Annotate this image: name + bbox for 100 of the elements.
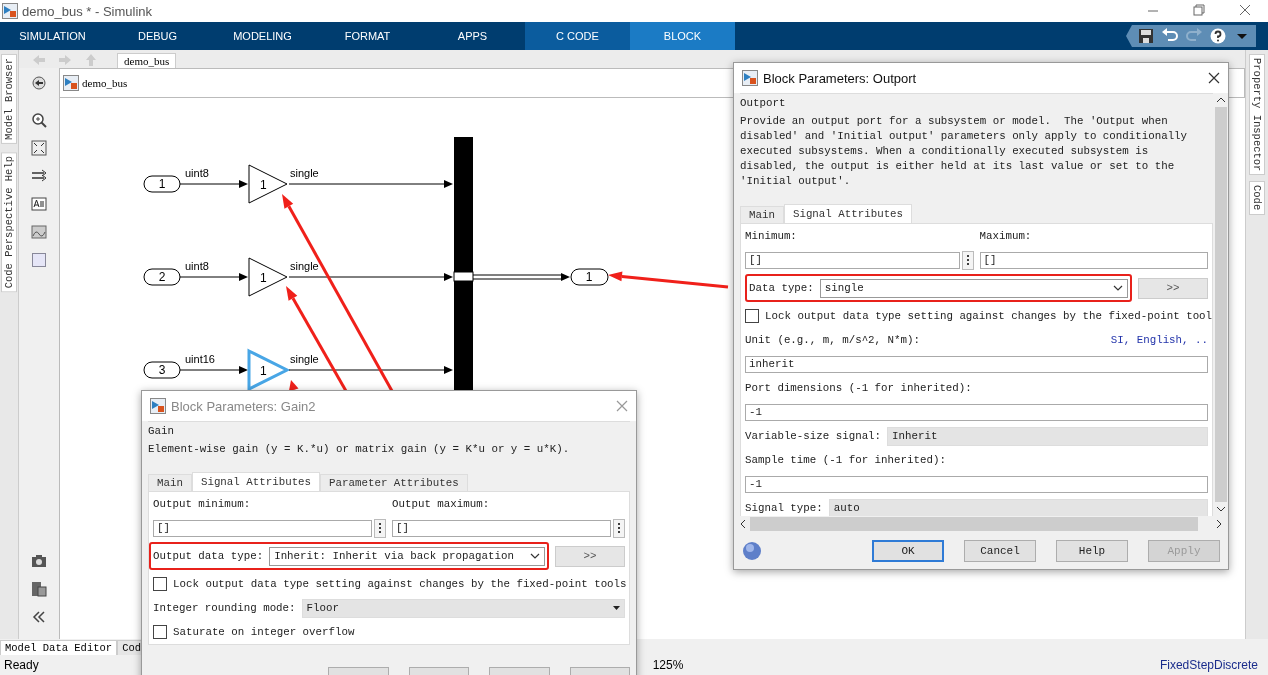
dialog-tab[interactable]: Main [740,206,784,223]
model-path: demo_bus [82,77,128,89]
data-type-dropdown[interactable]: Inherit: Inherit via back propagation [269,546,545,566]
minimum-field[interactable]: [] [745,251,960,269]
inport-block[interactable]: 3 [143,361,181,379]
gain-block[interactable]: 1 [248,164,288,204]
outport-block[interactable]: 1 [570,268,609,286]
signal-label: single [290,353,319,365]
field-label: Port dimensions (-1 for inherited): [745,382,972,394]
dialog-button[interactable]: Help [1056,539,1128,562]
field-label: Sample time (-1 for inherited): [745,454,946,466]
signal-label: uint8 [185,167,209,179]
checkbox-label: Lock output data type setting against changes by the fixed-point tools [173,578,627,590]
field-label: Unit (e.g., m, m/s^2, N*m): [745,334,920,346]
panel-tab[interactable]: Code [1249,181,1265,215]
undo-icon[interactable] [1162,28,1178,44]
ribbon-tab[interactable]: C CODE [525,22,630,50]
annotation-icon[interactable] [31,196,47,212]
checkbox-label: Saturate on integer overflow [173,626,355,638]
dialog-button[interactable]: OK [872,539,944,562]
ribbon-tab[interactable]: BLOCK [630,22,735,50]
collapse-icon[interactable] [31,609,47,625]
signal-line [179,273,248,281]
checkbox[interactable] [153,577,167,591]
field-label: Integer rounding mode: [153,602,296,614]
unit-system-link[interactable]: SI, English, .. [1110,334,1208,346]
data-type-assistant-button[interactable]: >> [555,545,625,567]
field-label: Data type: [749,282,814,294]
dialog-title: Block Parameters: Outport [763,70,917,86]
signal-label: uint8 [185,260,209,272]
close-icon[interactable] [1208,72,1220,84]
port-dimensions-field[interactable]: -1 [745,403,1208,421]
more-options-button[interactable] [961,250,974,270]
dialog-tab[interactable]: Parameter Attributes [320,474,468,491]
window-title: demo_bus * - Simulink [22,3,153,19]
data-type-assistant-button[interactable]: >> [1138,277,1208,299]
signal-label: single [290,260,319,272]
gain-block[interactable]: 1 [248,257,288,297]
maximum-field[interactable]: [] [979,251,1208,269]
block-icon [150,398,166,414]
dialog-tab[interactable]: Main [148,474,192,491]
dialog-button[interactable]: Cancel [964,539,1036,562]
ribbon-tab[interactable]: DEBUG [105,22,210,50]
output-maximum-field[interactable]: [] [392,519,611,537]
field-label: Output maximum: [392,498,490,510]
panel-tab[interactable]: Model Browser [1,54,17,144]
block-icon [742,70,758,86]
signal-label: single [290,167,319,179]
rounding-mode-dropdown[interactable]: Floor [301,598,625,618]
dialog-tab[interactable]: Signal Attributes [191,472,321,491]
more-options-button[interactable] [613,518,625,538]
inport-block[interactable]: 2 [143,268,181,286]
sample-time-field[interactable]: -1 [745,475,1208,493]
checkbox[interactable] [153,625,167,639]
field-label: Signal type: [745,502,823,514]
field-label: Maximum: [979,230,1032,242]
property-icon[interactable] [31,581,47,597]
scroll-right-icon[interactable] [1216,519,1222,529]
panel-tab[interactable]: Property Inspector [1249,54,1265,176]
field-label: Variable-size signal: [745,430,882,442]
panel-tab[interactable]: Code Perspective Help [1,151,17,293]
data-type-dropdown[interactable]: single [819,278,1128,298]
ribbon-tab[interactable]: FORMAT [315,22,420,50]
dialog-tab[interactable]: Signal Attributes [783,204,913,223]
output-minimum-field[interactable]: [] [153,519,372,537]
caret-icon [613,606,620,610]
scroll-up-icon[interactable] [1215,97,1226,103]
field-label: Output minimum: [153,498,251,510]
solver-name[interactable]: FixedStepDiscrete [1159,658,1258,672]
image-icon[interactable] [31,224,47,240]
ribbon-tab[interactable]: APPS [420,22,525,50]
panel-tab[interactable]: Model Data Editor [0,640,118,655]
ribbon-tab[interactable]: MODELING [210,22,315,50]
scroll-left-icon[interactable] [740,519,746,529]
ribbon-tab[interactable]: SIMULATION [0,22,105,50]
fit-to-view-icon[interactable] [31,140,47,156]
variable-size-dropdown[interactable]: Inherit [887,426,1208,446]
block-description: Element-wise gain (y = K.*u) or matrix gain (y = K*u or y = u*K). [148,442,571,457]
gain-block[interactable]: 1 [247,348,291,392]
field-label: Minimum: [745,230,797,242]
more-options-button[interactable] [374,518,386,538]
signal-line [179,180,248,188]
signal-label: uint16 [185,353,215,365]
checkbox[interactable] [745,309,759,323]
vertical-dots-icon [966,255,969,265]
route-lines-icon[interactable] [31,168,47,184]
status-text: Ready [4,658,39,672]
save-icon[interactable] [1138,28,1154,44]
area-icon[interactable] [31,252,47,268]
back-icon[interactable] [31,75,47,91]
zoom-icon[interactable] [31,112,47,128]
signal-type-dropdown[interactable]: auto [828,498,1208,516]
model-tab[interactable]: demo_bus [117,53,177,68]
scroll-down-icon[interactable] [1215,506,1226,512]
vertical-scrollbar[interactable] [1213,93,1228,516]
camera-icon[interactable] [31,553,47,569]
zoom-level: 125% [652,658,684,672]
caret-icon [530,553,540,559]
unit-field[interactable]: inherit [745,355,1208,373]
inport-block[interactable]: 1 [143,175,181,193]
